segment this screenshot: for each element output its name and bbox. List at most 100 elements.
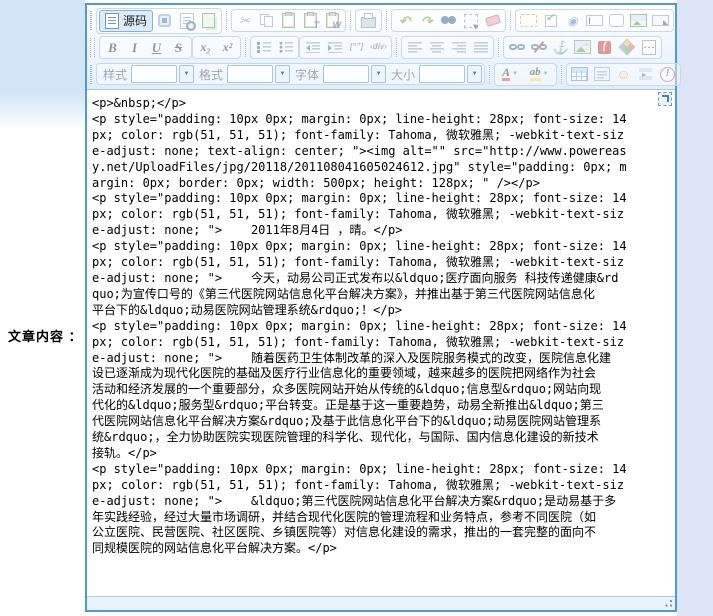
blockquote-button[interactable]: [“”]: [346, 38, 367, 57]
text-color-button[interactable]: A ▼: [497, 65, 523, 84]
justify-button[interactable]: [470, 38, 491, 57]
text-field-icon: [586, 15, 603, 26]
source-icon: [105, 13, 119, 29]
rich-text-editor: 源码 ✂ T W: [85, 3, 677, 612]
copy-button[interactable]: [256, 11, 277, 30]
toolbar-group-colors: A ▼ ab ▼: [494, 63, 557, 86]
toolbar-group-combos: 样式 ▼ 格式 ▼ 字体 ▼ 大小 ▼: [96, 63, 485, 85]
outdent-icon: [306, 41, 320, 53]
toolbar-group-edit: ↶ ↷: [391, 9, 506, 32]
universal-keyboard-button[interactable]: [616, 38, 637, 57]
about-icon: !: [660, 67, 675, 82]
print-button[interactable]: [358, 11, 379, 30]
smiley-button[interactable]: ☺: [613, 65, 634, 84]
hidden-field-button[interactable]: [650, 11, 671, 30]
toolbar-separator: [245, 38, 246, 57]
about-button[interactable]: !: [657, 65, 678, 84]
page-break-button[interactable]: [638, 38, 659, 57]
toolbar-group-print: [355, 9, 382, 32]
underline-button[interactable]: U: [146, 38, 167, 57]
indent-button[interactable]: [324, 38, 345, 57]
toolbar-group-script: x₂ x²: [192, 36, 241, 59]
italic-button[interactable]: I: [124, 38, 145, 57]
form-image-button[interactable]: [628, 11, 649, 30]
insert-table-button[interactable]: [569, 65, 590, 84]
insert-link-button[interactable]: [506, 38, 527, 57]
chevron-down-icon: ▼: [280, 71, 286, 77]
format-combo-label: 格式: [199, 66, 223, 83]
format-combo-arrow[interactable]: ▼: [275, 65, 290, 83]
source-button-label: 源码: [123, 12, 147, 29]
insert-image-button[interactable]: [572, 38, 593, 57]
style-combo-arrow[interactable]: ▼: [179, 65, 194, 83]
align-right-button[interactable]: [448, 38, 469, 57]
page: 文章内容 ： 源码 ✂: [0, 0, 713, 616]
align-center-button[interactable]: [426, 38, 447, 57]
unlink-icon: [531, 42, 547, 52]
toolbar-grip-icon: [90, 65, 92, 84]
source-button[interactable]: 源码: [99, 10, 153, 32]
page-break-icon: [642, 40, 656, 55]
font-combo-arrow[interactable]: ▼: [371, 65, 386, 83]
paste-word-button[interactable]: W: [322, 11, 343, 30]
bold-button[interactable]: B: [102, 38, 123, 57]
table-icon: [571, 67, 588, 81]
remove-format-button[interactable]: [482, 11, 503, 30]
flash-button[interactable]: f: [594, 38, 615, 57]
form-button[interactable]: [518, 11, 539, 30]
unordered-list-button[interactable]: [275, 38, 296, 57]
textarea-button[interactable]: [606, 11, 627, 30]
strikethrough-button[interactable]: S: [168, 38, 189, 57]
superscript-button[interactable]: x²: [217, 38, 238, 57]
radio-icon: ◉: [567, 15, 577, 27]
style-combo[interactable]: [131, 65, 177, 83]
remove-format-icon: [484, 14, 500, 27]
size-combo-arrow[interactable]: ▼: [467, 65, 482, 83]
chevron-down-icon: ▼: [472, 71, 478, 77]
align-center-icon: [430, 42, 444, 53]
editor-status-bar: [87, 596, 675, 610]
find-button[interactable]: [438, 11, 459, 30]
toolbar-group-clipboard: ✂ T W: [231, 9, 346, 32]
bg-color-icon: ab: [530, 67, 541, 81]
radio-button[interactable]: ◉: [562, 11, 583, 30]
smiley-icon: ☺: [616, 67, 630, 81]
undo-button[interactable]: ↶: [394, 11, 415, 30]
size-combo-label: 大小: [391, 66, 415, 83]
fit-window-button[interactable]: [154, 11, 175, 30]
cut-button[interactable]: ✂: [234, 11, 255, 30]
article-content-label: 文章内容 ：: [8, 326, 83, 345]
source-content[interactable]: <p>&nbsp;</p> <p style="padding: 10px 0p…: [87, 90, 675, 557]
resize-grip-icon[interactable]: [664, 599, 673, 608]
resize-expand-icon[interactable]: [658, 92, 672, 106]
bg-color-button[interactable]: ab ▼: [524, 65, 554, 84]
toolbar-grip-icon: [90, 38, 95, 57]
select-all-button[interactable]: [460, 11, 481, 30]
underline-icon: U: [152, 41, 161, 54]
paste-button[interactable]: [278, 11, 299, 30]
outdent-button[interactable]: [302, 38, 323, 57]
source-view[interactable]: <p>&nbsp;</p> <p style="padding: 10px 0p…: [87, 90, 675, 596]
strikethrough-icon: S: [175, 41, 182, 54]
form-image-icon: [630, 14, 647, 27]
toolbar-separator: [226, 11, 227, 30]
ordered-list-button[interactable]: [253, 38, 274, 57]
div-container-button[interactable]: ‹div›: [368, 38, 389, 57]
preview-button[interactable]: [176, 11, 197, 30]
checkbox-button[interactable]: [540, 11, 561, 30]
text-field-button[interactable]: [584, 11, 605, 30]
insert-page-break-button[interactable]: [635, 65, 656, 84]
redo-button[interactable]: ↷: [416, 11, 437, 30]
size-combo[interactable]: [419, 65, 465, 83]
anchor-button[interactable]: ⚓: [550, 38, 571, 57]
paste-text-button[interactable]: T: [300, 11, 321, 30]
left-panel: 文章内容 ：: [0, 0, 85, 616]
font-combo[interactable]: [323, 65, 369, 83]
align-left-button[interactable]: [404, 38, 425, 57]
redo-icon: ↷: [421, 14, 433, 28]
templates-button[interactable]: [198, 11, 219, 30]
subscript-button[interactable]: x₂: [195, 38, 216, 57]
unlink-button[interactable]: [528, 38, 549, 57]
horizontal-rule-button[interactable]: [591, 65, 612, 84]
format-combo[interactable]: [227, 65, 273, 83]
